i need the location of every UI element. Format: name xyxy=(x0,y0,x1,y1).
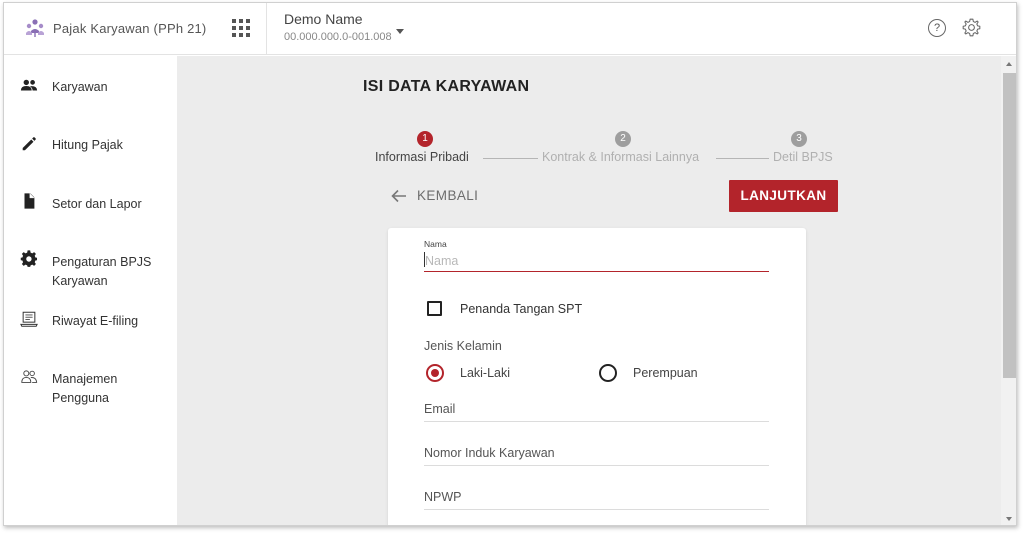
scroll-thumb[interactable] xyxy=(1003,73,1016,378)
sidebar-item-riwayat-efiling[interactable]: Riwayat E-filing xyxy=(4,310,177,340)
name-input[interactable] xyxy=(424,250,769,272)
apps-grid-icon[interactable] xyxy=(232,19,250,37)
gender-radio-male[interactable] xyxy=(426,364,444,382)
gender-title: Jenis Kelamin xyxy=(424,339,502,353)
sidebar: Karyawan Hitung Pajak Setor dan Lapor Pe… xyxy=(4,56,177,525)
company-switcher[interactable]: Demo Name 00.000.000.0-001.008 xyxy=(284,11,404,43)
gear-icon xyxy=(20,250,38,267)
sidebar-item-label: Pengaturan BPJS Karyawan xyxy=(52,255,152,288)
sidebar-item-hitung-pajak[interactable]: Hitung Pajak xyxy=(4,134,177,164)
document-icon xyxy=(24,193,35,209)
users-outline-icon xyxy=(21,370,38,383)
sidebar-item-karyawan[interactable]: Karyawan xyxy=(4,76,177,106)
text-cursor xyxy=(424,252,425,267)
brand[interactable]: Pajak Karyawan (PPh 21) xyxy=(24,17,206,39)
arrow-left-icon xyxy=(391,189,406,202)
vertical-scrollbar[interactable] xyxy=(1001,56,1016,525)
sidebar-item-label: Setor dan Lapor xyxy=(52,197,142,211)
step-2-label[interactable]: Kontrak & Informasi Lainnya xyxy=(542,150,699,164)
employee-id-label: Nomor Induk Karyawan xyxy=(424,446,555,460)
step-3-indicator: 3 xyxy=(791,131,807,147)
sidebar-item-label: Karyawan xyxy=(52,80,108,94)
gender-radio-male-label[interactable]: Laki-Laki xyxy=(460,366,510,380)
email-field[interactable]: Email xyxy=(424,398,769,422)
app-window: Pajak Karyawan (PPh 21) Demo Name 00.000… xyxy=(3,2,1017,526)
email-label: Email xyxy=(424,402,456,416)
chevron-down-icon xyxy=(396,29,404,34)
next-button[interactable]: LANJUTKAN xyxy=(729,180,838,212)
sidebar-item-pengaturan-bpjs[interactable]: Pengaturan BPJS Karyawan xyxy=(4,250,177,292)
step-1-label[interactable]: Informasi Pribadi xyxy=(375,150,469,164)
back-button-label: KEMBALI xyxy=(417,188,479,203)
step-connector xyxy=(483,158,538,159)
top-bar: Pajak Karyawan (PPh 21) Demo Name 00.000… xyxy=(4,3,1016,55)
people-tree-icon xyxy=(26,19,44,37)
sidebar-item-label: Hitung Pajak xyxy=(52,138,123,152)
people-icon xyxy=(20,79,38,91)
name-label: Nama xyxy=(424,239,447,249)
pencil-icon xyxy=(22,137,36,151)
company-npwp: 00.000.000.0-001.008 xyxy=(284,31,392,43)
company-name: Demo Name xyxy=(284,11,363,27)
app-title: Pajak Karyawan (PPh 21) xyxy=(53,20,207,36)
npwp-label: NPWP xyxy=(424,490,462,504)
stepper: 1 Informasi Pribadi 2 Kontrak & Informas… xyxy=(375,129,835,169)
signer-checkbox[interactable] xyxy=(427,301,442,316)
employee-id-field[interactable]: Nomor Induk Karyawan xyxy=(424,442,769,466)
step-1-indicator: 1 xyxy=(417,131,433,147)
page-title: ISI DATA KARYAWAN xyxy=(363,78,530,95)
signer-checkbox-label[interactable]: Penanda Tangan SPT xyxy=(460,302,582,316)
step-connector xyxy=(716,158,769,159)
npwp-field[interactable]: NPWP xyxy=(424,486,769,510)
scroll-down-arrow-icon[interactable] xyxy=(1006,517,1012,521)
step-2-indicator: 2 xyxy=(615,131,631,147)
sidebar-item-label: Manajemen Pengguna xyxy=(52,372,118,405)
scroll-up-arrow-icon[interactable] xyxy=(1006,62,1012,66)
sidebar-item-label: Riwayat E-filing xyxy=(52,314,139,328)
form-card: Nama Penanda Tangan SPT Jenis Kelamin La… xyxy=(388,228,806,525)
help-icon[interactable]: ? xyxy=(928,19,946,37)
step-3-label[interactable]: Detil BPJS xyxy=(773,150,833,164)
sidebar-item-setor-lapor[interactable]: Setor dan Lapor xyxy=(4,192,177,222)
gender-radio-female[interactable] xyxy=(599,364,617,382)
main-content: ISI DATA KARYAWAN 1 Informasi Pribadi 2 … xyxy=(177,56,1001,525)
gender-radio-female-label[interactable]: Perempuan xyxy=(633,366,698,380)
header-divider xyxy=(266,3,267,55)
back-button[interactable]: KEMBALI xyxy=(391,188,478,203)
gear-icon[interactable] xyxy=(961,17,982,38)
sidebar-item-manajemen-pengguna[interactable]: Manajemen Pengguna xyxy=(4,368,177,405)
laptop-icon xyxy=(20,311,38,327)
